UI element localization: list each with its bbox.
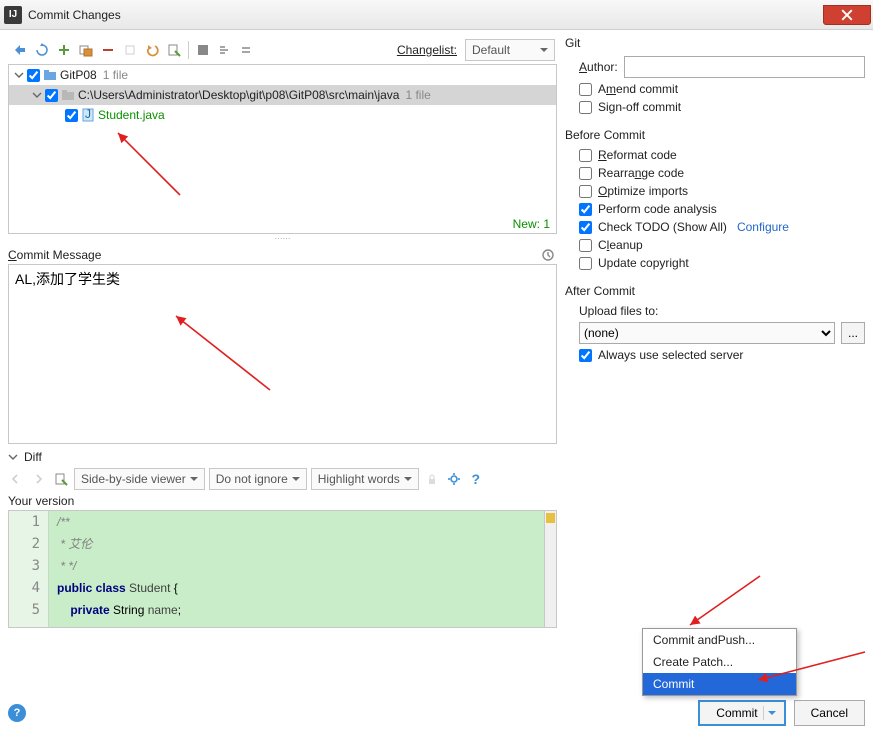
toolbar: CChangelist:hangelist: Default bbox=[8, 36, 557, 64]
rollback-icon[interactable] bbox=[120, 40, 140, 60]
upload-label: Upload files to: bbox=[579, 304, 658, 318]
chevron-down-icon[interactable] bbox=[8, 451, 20, 463]
next-diff-icon[interactable] bbox=[30, 470, 48, 488]
gutter: 12345 bbox=[9, 511, 49, 627]
close-button[interactable] bbox=[823, 5, 871, 25]
jump-source-icon[interactable] bbox=[52, 470, 70, 488]
folder-icon bbox=[60, 87, 76, 103]
reformat-checkbox[interactable] bbox=[579, 149, 592, 162]
signoff-label: Sign-off commit bbox=[598, 100, 681, 114]
drag-handle[interactable]: ⋯⋯ bbox=[8, 234, 557, 242]
tree-label: GitP08 bbox=[60, 68, 97, 82]
diff-section[interactable]: Diff bbox=[8, 450, 557, 464]
expand-all-icon[interactable] bbox=[215, 40, 235, 60]
after-commit-group: After Commit Upload files to: (none) ...… bbox=[565, 284, 865, 366]
group-by-icon[interactable] bbox=[193, 40, 213, 60]
author-input[interactable] bbox=[624, 56, 865, 78]
collapse-all-icon[interactable] bbox=[237, 40, 257, 60]
popup-commit[interactable]: Commit bbox=[643, 673, 796, 695]
amend-label: Amend commit bbox=[598, 82, 678, 96]
your-version-label: Your version bbox=[8, 494, 557, 508]
titlebar: IJ Commit Changes bbox=[0, 0, 873, 30]
checkbox-file[interactable] bbox=[65, 109, 78, 122]
changelist-combo[interactable]: Default bbox=[465, 39, 555, 61]
file-tree[interactable]: GitP08 1 file C:\Users\Administrator\Des… bbox=[8, 64, 557, 234]
svg-text:J: J bbox=[85, 108, 91, 121]
git-title: Git bbox=[565, 36, 865, 50]
help-button[interactable]: ? bbox=[8, 704, 26, 722]
lock-icon[interactable] bbox=[423, 470, 441, 488]
history-icon[interactable] bbox=[539, 246, 557, 264]
code-viewer[interactable]: 12345 /** * 艾伦 * */ public class Student… bbox=[8, 510, 557, 628]
changelist-label: CChangelist:hangelist: bbox=[397, 43, 457, 57]
always-checkbox[interactable] bbox=[579, 349, 592, 362]
author-label: Author: bbox=[579, 60, 618, 74]
commit-message-label: Commit Message Commit Message bbox=[8, 246, 557, 264]
checkbox-path[interactable] bbox=[45, 89, 58, 102]
diff-toolbar: Side-by-side viewer Do not ignore Highli… bbox=[8, 468, 557, 490]
before-commit-group: Before Commit Reformat codeReformat code… bbox=[565, 128, 865, 274]
cancel-button[interactable]: Cancel bbox=[794, 700, 865, 726]
cleanup-checkbox[interactable] bbox=[579, 239, 592, 252]
viewer-combo[interactable]: Side-by-side viewer bbox=[74, 468, 205, 490]
analysis-checkbox[interactable] bbox=[579, 203, 592, 216]
new-changelist-icon[interactable] bbox=[54, 40, 74, 60]
rearrange-checkbox[interactable] bbox=[579, 167, 592, 180]
commit-message-input[interactable]: AL,添加了学生类 bbox=[8, 264, 557, 444]
commit-popup: Commit and Push...Commit and Push... Cre… bbox=[642, 628, 797, 696]
prev-diff-icon[interactable] bbox=[8, 470, 26, 488]
revert-icon[interactable] bbox=[142, 40, 162, 60]
move-changelist-icon[interactable] bbox=[76, 40, 96, 60]
refresh-icon[interactable] bbox=[32, 40, 52, 60]
error-stripe[interactable] bbox=[544, 511, 556, 627]
todo-checkbox[interactable] bbox=[579, 221, 592, 234]
chevron-down-icon[interactable] bbox=[13, 69, 25, 81]
show-diff-icon[interactable] bbox=[10, 40, 30, 60]
file-count: 1 file bbox=[103, 68, 128, 82]
window-title: Commit Changes bbox=[28, 8, 121, 22]
tree-footer: New: 1 bbox=[513, 217, 550, 231]
module-icon bbox=[42, 67, 58, 83]
git-group: Git Author: Author: Amend commit Amend c… bbox=[565, 36, 865, 118]
chevron-down-icon[interactable] bbox=[31, 89, 43, 101]
help-icon[interactable]: ? bbox=[467, 470, 485, 488]
tree-label: Student.java bbox=[98, 108, 165, 122]
popup-commit-push[interactable]: Commit and Push...Commit and Push... bbox=[643, 629, 796, 651]
tree-row-path[interactable]: C:\Users\Administrator\Desktop\git\p08\G… bbox=[9, 85, 556, 105]
commit-button[interactable]: CommitCommit bbox=[698, 700, 785, 726]
upload-select[interactable]: (none) bbox=[579, 322, 835, 344]
copyright-checkbox[interactable] bbox=[579, 257, 592, 270]
checkbox-root[interactable] bbox=[27, 69, 40, 82]
gear-icon[interactable] bbox=[445, 470, 463, 488]
highlight-combo[interactable]: Highlight words bbox=[311, 468, 419, 490]
amend-checkbox[interactable] bbox=[579, 83, 592, 96]
after-title: After Commit bbox=[565, 284, 865, 298]
remove-icon[interactable] bbox=[98, 40, 118, 60]
signoff-checkbox[interactable] bbox=[579, 101, 592, 114]
tree-row-root[interactable]: GitP08 1 file bbox=[9, 65, 556, 85]
popup-create-patch[interactable]: Create Patch... bbox=[643, 651, 796, 673]
tree-label: C:\Users\Administrator\Desktop\git\p08\G… bbox=[78, 88, 399, 102]
before-title: Before Commit bbox=[565, 128, 865, 142]
close-icon bbox=[841, 9, 853, 21]
tree-row-file[interactable]: J Student.java bbox=[9, 105, 556, 125]
jump-source-icon[interactable] bbox=[164, 40, 184, 60]
bottom-bar: ? CommitCommit Cancel bbox=[8, 700, 865, 726]
java-file-icon: J bbox=[80, 107, 96, 123]
diff-label: Diff bbox=[24, 450, 42, 464]
ignore-combo[interactable]: Do not ignore bbox=[209, 468, 307, 490]
browse-button[interactable]: ... bbox=[841, 322, 865, 344]
file-count: 1 file bbox=[405, 88, 430, 102]
configure-link[interactable]: Configure bbox=[737, 220, 789, 234]
code-content: /** * 艾伦 * */ public class Student { pri… bbox=[49, 511, 544, 627]
app-icon: IJ bbox=[4, 6, 22, 24]
optimize-checkbox[interactable] bbox=[579, 185, 592, 198]
